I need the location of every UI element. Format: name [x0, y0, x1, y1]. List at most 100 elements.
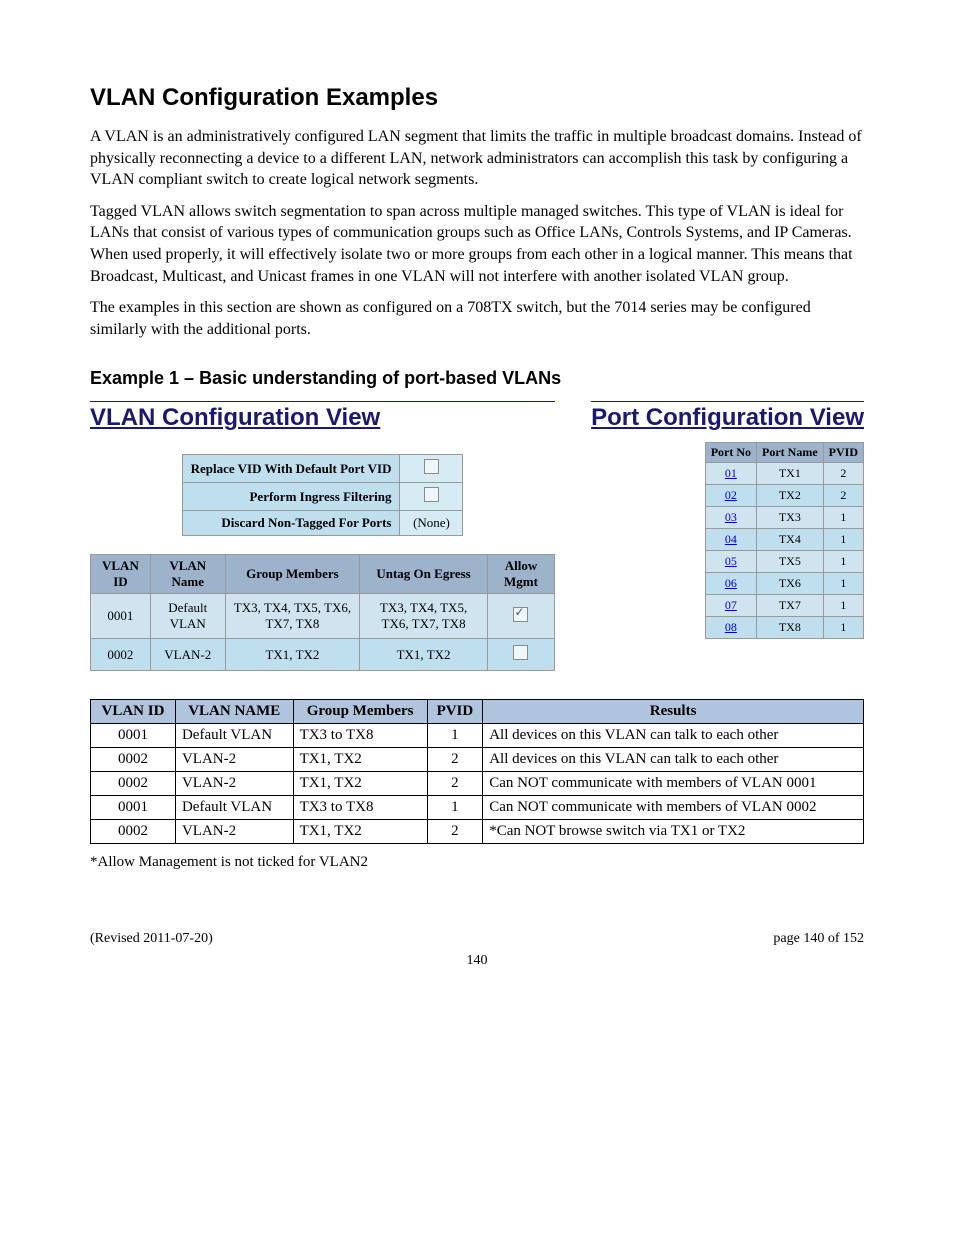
port-row: 06TX61 — [706, 573, 863, 594]
simple-cell-results: *Can NOT browse switch via TX1 or TX2 — [483, 820, 864, 844]
vlan-cell-members: TX1, TX2 — [226, 639, 360, 670]
port-th-name: Port Name — [757, 443, 823, 462]
port-cell-no: 03 — [706, 507, 756, 528]
table-row: 0001Default VLANTX3 to TX81Can NOT commu… — [91, 796, 864, 820]
port-row: 01 TX12 — [706, 463, 863, 484]
allow-mgmt-checkbox[interactable] — [513, 607, 528, 622]
vlan-cell-members: TX3, TX4, TX5, TX6, TX7, TX8 — [226, 594, 360, 638]
port-cell-name: TX1 — [757, 463, 823, 484]
port-cell-no: 08 — [706, 617, 756, 638]
example-title: Example 1 – Basic understanding of port-… — [90, 368, 864, 389]
simple-results-table: VLAN ID VLAN NAME Group Members PVID Res… — [90, 699, 864, 844]
port-link[interactable]: 03 — [725, 510, 737, 524]
port-row: 07 TX71 — [706, 595, 863, 616]
port-cell-pvid: 2 — [824, 463, 863, 484]
port-link[interactable]: 06 — [725, 576, 737, 590]
port-cell-name: TX2 — [757, 485, 823, 506]
port-table: Port No Port Name PVID 01 TX12 02 TX22 03 TX3… — [705, 442, 864, 639]
vlan-th-allow: Allow Mgmt — [488, 555, 554, 593]
simple-th-members: Group Members — [293, 700, 427, 724]
simple-th-pvid: PVID — [427, 700, 483, 724]
port-link[interactable]: 02 — [725, 488, 737, 502]
port-row: 08TX81 — [706, 617, 863, 638]
port-cell-no: 01 — [706, 463, 756, 484]
port-cell-pvid: 1 — [824, 529, 863, 550]
port-cell-pvid: 2 — [824, 485, 863, 506]
vlan-row: 0002 VLAN-2 TX1, TX2 TX1, TX2 — [91, 639, 554, 670]
simple-cell-name: Default VLAN — [175, 796, 293, 820]
port-row: 04 TX41 — [706, 529, 863, 550]
table-row: 0002VLAN-2TX1, TX22Can NOT communicate w… — [91, 772, 864, 796]
port-th-no: Port No — [706, 443, 756, 462]
simple-th-name: VLAN NAME — [175, 700, 293, 724]
simple-cell-members: TX1, TX2 — [293, 772, 427, 796]
port-link[interactable]: 05 — [725, 554, 737, 568]
port-cell-name: TX3 — [757, 507, 823, 528]
simple-cell-members: TX3 to TX8 — [293, 724, 427, 748]
simple-cell-results: Can NOT communicate with members of VLAN… — [483, 772, 864, 796]
vlan-filter-box: Replace VID With Default Port VID Perfor… — [182, 454, 464, 536]
simple-cell-vid: 0002 — [91, 772, 176, 796]
vlan-cell-untag: TX3, TX4, TX5, TX6, TX7, TX8 — [360, 594, 487, 638]
port-cell-name: TX5 — [757, 551, 823, 572]
allow-mgmt-checkbox[interactable] — [513, 645, 528, 660]
simple-cell-vid: 0001 — [91, 796, 176, 820]
vlan-cell-name: VLAN-2 — [151, 639, 225, 670]
port-row: 02 TX22 — [706, 485, 863, 506]
replace-vid-label: Replace VID With Default Port VID — [183, 455, 400, 482]
page-title: VLAN Configuration Examples — [90, 84, 864, 112]
port-cell-no: 02 — [706, 485, 756, 506]
port-cell-pvid: 1 — [824, 507, 863, 528]
port-cell-no: 07 — [706, 595, 756, 616]
port-link[interactable]: 07 — [725, 598, 737, 612]
simple-cell-name: Default VLAN — [175, 724, 293, 748]
footer-revision: (Revised 2011-07-20) — [90, 931, 213, 947]
port-row: 05 TX51 — [706, 551, 863, 572]
simple-cell-members: TX3 to TX8 — [293, 796, 427, 820]
simple-cell-pvid: 2 — [427, 748, 483, 772]
simple-cell-results: Can NOT communicate with members of VLAN… — [483, 796, 864, 820]
intro-paragraph: A VLAN is an administratively configured… — [90, 126, 864, 191]
vlan-cell-id: 0002 — [91, 639, 150, 670]
port-cell-name: TX4 — [757, 529, 823, 550]
vlan-th-id: VLAN ID — [91, 555, 150, 593]
vlan-th-name: VLAN Name — [151, 555, 225, 593]
port-cell-no: 05 — [706, 551, 756, 572]
ingress-filter-checkbox[interactable] — [424, 487, 439, 502]
simple-cell-name: VLAN-2 — [175, 820, 293, 844]
simple-cell-vid: 0002 — [91, 748, 176, 772]
port-cell-pvid: 1 — [824, 551, 863, 572]
port-cell-pvid: 1 — [824, 595, 863, 616]
vlan-view-heading[interactable]: VLAN Configuration View — [90, 401, 555, 432]
port-link[interactable]: 08 — [725, 620, 737, 634]
port-link[interactable]: 04 — [725, 532, 737, 546]
vlan-row: 0001 Default VLAN TX3, TX4, TX5, TX6, TX… — [91, 594, 554, 638]
simple-cell-members: TX1, TX2 — [293, 748, 427, 772]
discard-label: Discard Non-Tagged For Ports — [183, 511, 400, 535]
config-paragraph: The examples in this section are shown a… — [90, 297, 864, 340]
discard-value: (None) — [400, 511, 462, 535]
port-th-pvid: PVID — [824, 443, 863, 462]
vlan-cell-untag: TX1, TX2 — [360, 639, 487, 670]
port-cell-pvid: 1 — [824, 573, 863, 594]
simple-cell-pvid: 2 — [427, 772, 483, 796]
footer-page-number: 140 — [90, 953, 864, 969]
tagged-paragraph: Tagged VLAN allows switch segmentation t… — [90, 201, 864, 287]
vlan-cell-name: Default VLAN — [151, 594, 225, 638]
port-cell-name: TX7 — [757, 595, 823, 616]
simple-th-vid: VLAN ID — [91, 700, 176, 724]
port-link[interactable]: 01 — [725, 466, 737, 480]
table-row: 0001Default VLANTX3 to TX81All devices o… — [91, 724, 864, 748]
vlan-table: VLAN ID VLAN Name Group Members Untag On… — [90, 554, 555, 671]
port-cell-no: 04 — [706, 529, 756, 550]
port-cell-name: TX8 — [757, 617, 823, 638]
port-row: 03 TX31 — [706, 507, 863, 528]
replace-vid-checkbox[interactable] — [424, 459, 439, 474]
simple-cell-vid: 0001 — [91, 724, 176, 748]
footer-page-info: page 140 of 152 — [773, 931, 864, 947]
port-view-heading[interactable]: Port Configuration View — [591, 401, 864, 432]
vlan-th-untag: Untag On Egress — [360, 555, 487, 593]
simple-cell-results: All devices on this VLAN can talk to eac… — [483, 748, 864, 772]
simple-cell-vid: 0002 — [91, 820, 176, 844]
footnote: *Allow Management is not ticked for VLAN… — [90, 854, 864, 871]
